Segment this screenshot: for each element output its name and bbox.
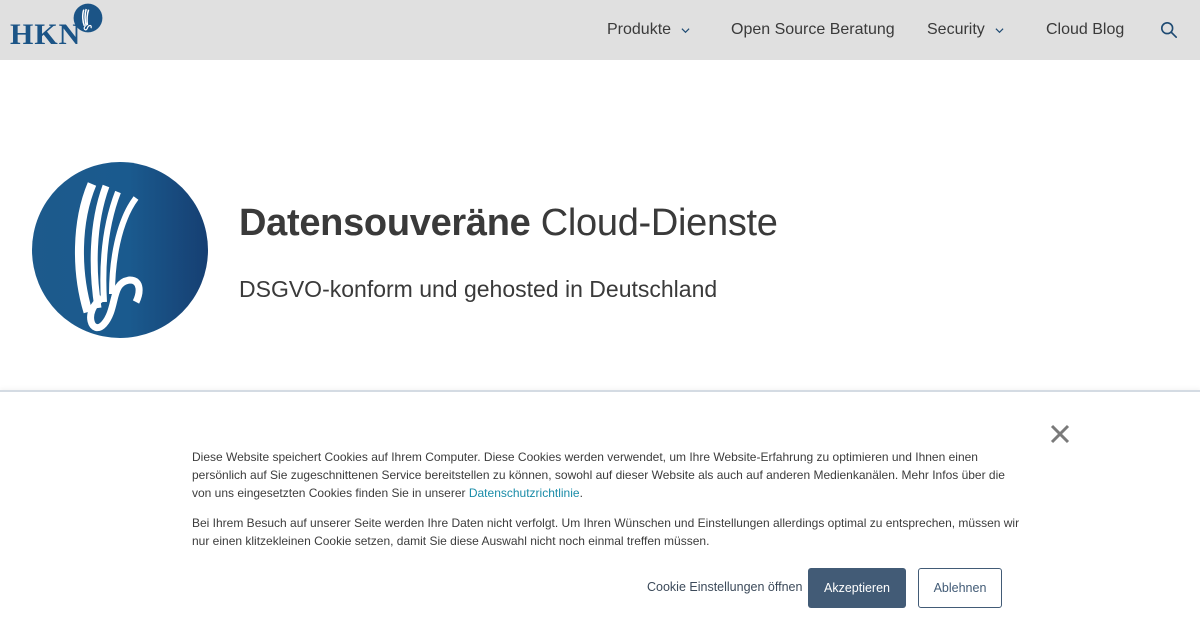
privacy-policy-link[interactable]: Datenschutzrichtlinie: [469, 486, 580, 500]
hero-title-bold: Datensouveräne: [239, 202, 531, 244]
nav-label: Produkte: [607, 21, 672, 38]
cookie-settings-link[interactable]: Cookie Einstellungen öffnen: [647, 580, 802, 594]
accept-button[interactable]: Akzeptieren: [808, 568, 906, 608]
close-icon[interactable]: [1049, 423, 1071, 445]
chevron-down-icon: [995, 27, 1004, 33]
hero-title-regular: Cloud-Dienste: [540, 202, 778, 244]
nav-item-produkte[interactable]: Produkte: [607, 0, 690, 60]
cookie-text: Diese Website speichert Cookies auf Ihre…: [192, 450, 1005, 501]
nav-item-security[interactable]: Security: [927, 0, 1004, 60]
cookie-paragraph-2: Bei Ihrem Besuch auf unserer Seite werde…: [192, 516, 1020, 549]
hero-logo-icon: [32, 162, 208, 338]
search-icon[interactable]: [1160, 21, 1178, 39]
decline-button[interactable]: Ablehnen: [918, 568, 1002, 608]
hero-title: Datensouveräne Cloud-Dienste: [239, 202, 778, 245]
logo-text: HKN: [10, 18, 82, 51]
nav-item-open-source-beratung[interactable]: Open Source Beratung: [731, 0, 895, 60]
site-header: HKN Produkte Open Source Beratung Securi…: [0, 0, 1200, 60]
logo-mark-icon: [73, 3, 103, 33]
nav-label: Cloud Blog: [1046, 21, 1125, 38]
site-logo[interactable]: HKN: [10, 3, 103, 51]
chevron-down-icon: [681, 27, 690, 33]
cookie-text-end: .: [579, 486, 583, 501]
cookie-banner: Diese Website speichert Cookies auf Ihre…: [0, 390, 1200, 634]
cookie-paragraph-1: Diese Website speichert Cookies auf Ihre…: [192, 448, 1022, 503]
nav-label: Security: [927, 21, 985, 38]
nav-item-cloud-blog[interactable]: Cloud Blog: [1046, 0, 1124, 60]
hero-subtitle: DSGVO-konform und gehosted in Deutschlan…: [239, 276, 718, 302]
nav-label: Open Source Beratung: [731, 21, 895, 38]
